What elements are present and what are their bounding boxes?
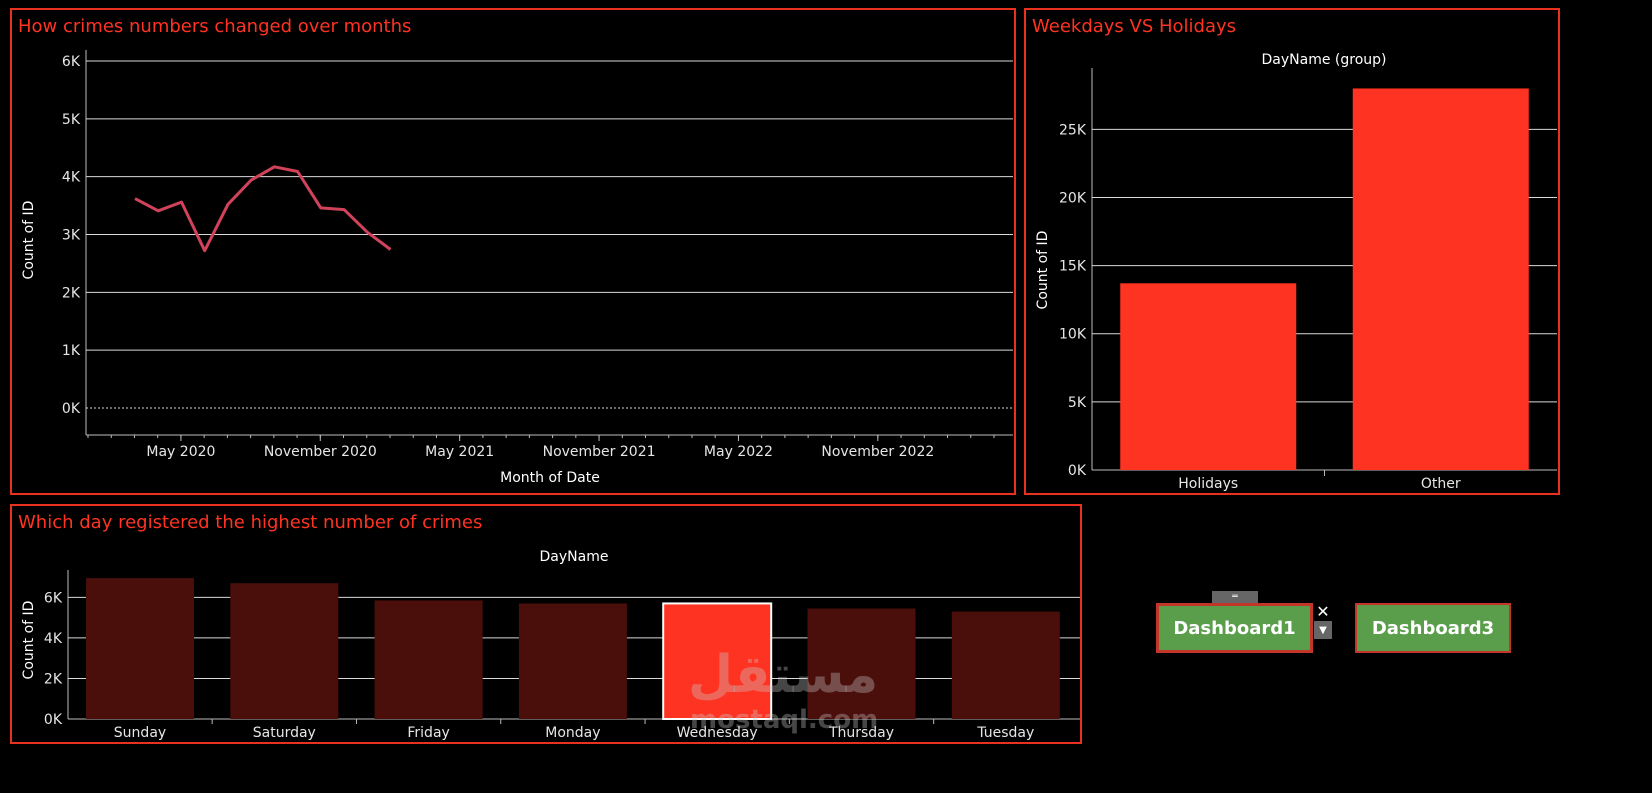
close-icon[interactable]: ✕ xyxy=(1314,602,1332,621)
x-tick-label: Friday xyxy=(407,725,449,741)
bar xyxy=(662,602,773,720)
x-tick-label: Saturday xyxy=(253,725,316,741)
bar xyxy=(518,603,627,719)
x-tick-label: Wednesday xyxy=(677,725,758,741)
dashboard3-button[interactable]: Dashboard3 xyxy=(1355,603,1511,653)
bar xyxy=(374,600,483,719)
day-bar-chart: DayName 0K 2K 4K 6K Count of ID Sunday Saturday… xyxy=(21,549,1080,741)
chart-header: DayName xyxy=(540,549,609,565)
x-tick-label: Sunday xyxy=(114,725,166,741)
bar xyxy=(86,578,194,719)
x-tick-label: Thursday xyxy=(828,725,894,741)
y-axis-label: Count of ID xyxy=(21,601,37,680)
y-tick-label: 0K xyxy=(44,712,63,728)
drag-handle-icon: ═ xyxy=(1232,591,1238,602)
dashboard1-button[interactable]: Dashboard1 xyxy=(1156,603,1313,653)
x-tick-label: Tuesday xyxy=(976,725,1034,741)
bar xyxy=(807,608,916,719)
dropdown-icon[interactable]: ▼ xyxy=(1314,621,1332,639)
y-tick-label: 6K xyxy=(44,590,63,606)
y-tick-label: 4K xyxy=(44,631,63,647)
bar xyxy=(951,611,1060,719)
drag-handle[interactable]: ═ xyxy=(1212,591,1258,603)
x-tick-label: Monday xyxy=(545,725,600,741)
bar xyxy=(230,583,339,719)
y-tick-label: 2K xyxy=(44,671,63,687)
